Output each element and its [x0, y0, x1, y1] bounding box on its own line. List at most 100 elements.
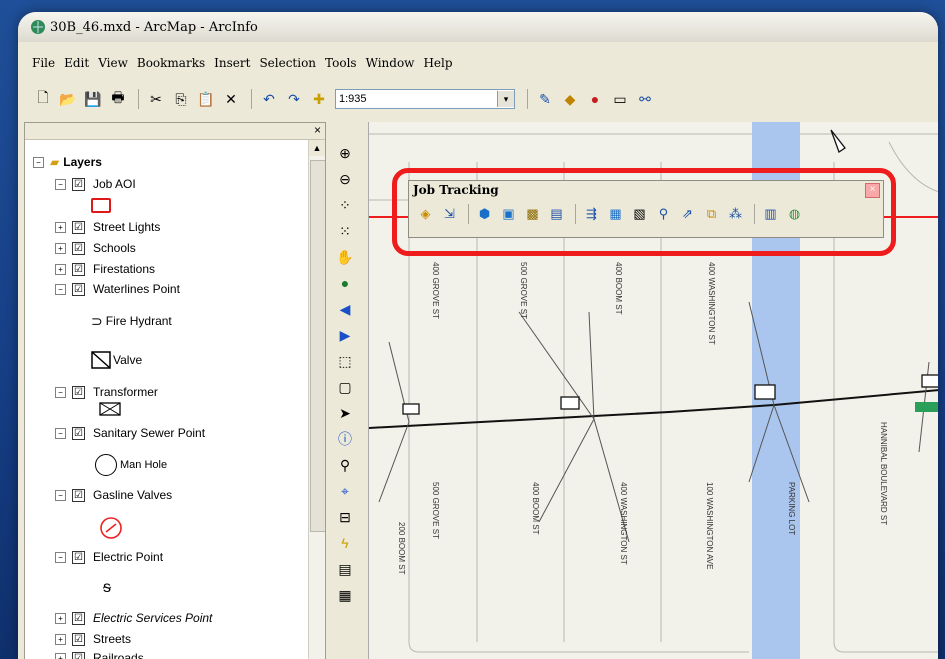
- clear-selection-icon[interactable]: ▢: [334, 376, 356, 398]
- add-data-icon[interactable]: ✚: [308, 88, 330, 110]
- scale-dropdown-arrow-icon[interactable]: ▾: [497, 91, 514, 107]
- layer-checkbox[interactable]: ☑: [72, 651, 85, 659]
- toc-scrollbar[interactable]: ▲: [308, 140, 325, 659]
- job-pin-icon[interactable]: ⚲: [653, 203, 674, 224]
- toc-layer[interactable]: + ☑ Electric Services Point: [55, 609, 212, 627]
- scroll-thumb[interactable]: [310, 160, 325, 532]
- zoom-in-icon[interactable]: ⊕: [334, 142, 356, 164]
- map-scale-combo[interactable]: ▾: [335, 89, 515, 109]
- select-elements-arrow-icon[interactable]: ➤: [334, 402, 356, 424]
- collapse-icon[interactable]: −: [33, 156, 44, 168]
- expander-icon[interactable]: −: [55, 178, 66, 190]
- toc-root-layers[interactable]: − ▰ Layers: [33, 153, 102, 171]
- expander-icon[interactable]: +: [55, 652, 66, 659]
- job-properties-icon[interactable]: ▣: [498, 203, 519, 224]
- job-report-icon[interactable]: ▥: [760, 203, 781, 224]
- job-holds-icon[interactable]: ▧: [629, 203, 650, 224]
- layer-checkbox[interactable]: ☑: [72, 241, 85, 255]
- job-tracking-toolbar[interactable]: Job Tracking × ◈ ⇲ ⬢ ▣ ▩ ▤ ⇶ ▦ ▧ ⚲ ⇗ ⧉ ⁂…: [408, 180, 884, 238]
- toc-layer[interactable]: − ☑ Gasline Valves: [55, 486, 172, 504]
- expander-icon[interactable]: +: [55, 221, 66, 233]
- job-workflow-icon[interactable]: ⁂: [725, 203, 746, 224]
- job-select-icon[interactable]: ⇲: [439, 203, 460, 224]
- layer-checkbox[interactable]: ☑: [72, 282, 85, 296]
- scroll-up-arrow-icon[interactable]: ▲: [309, 140, 325, 156]
- menu-selection[interactable]: Selection: [259, 56, 316, 70]
- menu-bookmarks[interactable]: Bookmarks: [137, 56, 205, 70]
- open-folder-icon[interactable]: 📂: [57, 88, 79, 110]
- toc-layer[interactable]: − ☑ Transformer: [55, 383, 158, 401]
- toc-layer[interactable]: + ☑ Railroads: [55, 649, 144, 659]
- expander-icon[interactable]: −: [55, 489, 66, 501]
- layer-checkbox[interactable]: ☑: [72, 262, 85, 276]
- expander-icon[interactable]: +: [55, 633, 66, 645]
- html-popup-icon[interactable]: ▤: [334, 558, 356, 580]
- toc-layer[interactable]: − ☑ Sanitary Sewer Point: [55, 424, 205, 442]
- job-tools-icon[interactable]: ◈: [415, 203, 436, 224]
- back-arrow-icon[interactable]: ◀: [334, 298, 356, 320]
- layer-checkbox[interactable]: ☑: [72, 550, 85, 564]
- expander-icon[interactable]: −: [55, 427, 66, 439]
- go-to-xy-icon[interactable]: ⌖: [334, 480, 356, 502]
- job-export-icon[interactable]: ⇗: [677, 203, 698, 224]
- redo-icon[interactable]: ↷: [283, 88, 305, 110]
- fixed-zoom-out-icon[interactable]: ⁙: [334, 220, 356, 242]
- new-document-icon[interactable]: 🗋: [32, 88, 54, 110]
- job-aoi-icon[interactable]: ▩: [522, 203, 543, 224]
- zoom-out-icon[interactable]: ⊖: [334, 168, 356, 190]
- job-globe-icon[interactable]: ◍: [784, 203, 805, 224]
- expander-icon[interactable]: +: [55, 263, 66, 275]
- layer-checkbox[interactable]: ☑: [72, 611, 85, 625]
- toc-close-icon[interactable]: ×: [314, 123, 321, 137]
- menu-edit[interactable]: Edit: [64, 56, 89, 70]
- job-tracking-close-icon[interactable]: ×: [865, 183, 880, 198]
- expander-icon[interactable]: +: [55, 612, 66, 624]
- hyperlink-lightning-icon[interactable]: ϟ: [334, 532, 356, 554]
- fixed-zoom-in-icon[interactable]: ⁘: [334, 194, 356, 216]
- layer-checkbox[interactable]: ☑: [72, 426, 85, 440]
- job-history-icon[interactable]: ⇶: [581, 203, 602, 224]
- paste-icon[interactable]: 📋: [195, 88, 217, 110]
- menu-tools[interactable]: Tools: [325, 56, 357, 70]
- arctoolbox-icon[interactable]: ◆: [559, 88, 581, 110]
- cut-icon[interactable]: ✂: [145, 88, 167, 110]
- forward-arrow-icon[interactable]: ▶: [334, 324, 356, 346]
- job-notes-icon[interactable]: ▤: [546, 203, 567, 224]
- toc-layer[interactable]: − ☑ Job AOI: [55, 175, 136, 193]
- expander-icon[interactable]: −: [55, 551, 66, 563]
- expander-icon[interactable]: −: [55, 386, 66, 398]
- menu-view[interactable]: View: [98, 56, 128, 70]
- measure-ruler-icon[interactable]: ⊟: [334, 506, 356, 528]
- editor-toolbar-icon[interactable]: ✎: [534, 88, 556, 110]
- menu-window[interactable]: Window: [366, 56, 415, 70]
- save-icon[interactable]: 💾: [82, 88, 104, 110]
- menu-insert[interactable]: Insert: [214, 56, 250, 70]
- toc-layer[interactable]: − ☑ Waterlines Point: [55, 280, 180, 298]
- map-scale-input[interactable]: [336, 93, 497, 105]
- print-icon[interactable]: 🖶: [107, 88, 129, 110]
- layer-checkbox[interactable]: ☑: [72, 385, 85, 399]
- toc-layer[interactable]: − ☑ Electric Point: [55, 548, 163, 566]
- expander-icon[interactable]: −: [55, 283, 66, 295]
- menu-help[interactable]: Help: [423, 56, 452, 70]
- full-extent-globe-icon[interactable]: ●: [334, 272, 356, 294]
- toc-layer[interactable]: + ☑ Firestations: [55, 260, 155, 278]
- command-line-icon[interactable]: ▭: [609, 88, 631, 110]
- identify-icon[interactable]: ⓘ: [334, 428, 356, 450]
- undo-icon[interactable]: ↶: [258, 88, 280, 110]
- arccatalog-icon[interactable]: ●: [584, 88, 606, 110]
- create-job-icon[interactable]: ⬢: [474, 203, 495, 224]
- toc-layer[interactable]: + ☑ Street Lights: [55, 218, 160, 236]
- time-slider-icon[interactable]: ▦: [334, 584, 356, 606]
- find-binoculars-icon[interactable]: ⚲: [334, 454, 356, 476]
- job-copy-icon[interactable]: ⧉: [701, 203, 722, 224]
- copy-icon[interactable]: ⎘: [170, 88, 192, 110]
- delete-icon[interactable]: ✕: [220, 88, 242, 110]
- select-features-icon[interactable]: ⬚: [334, 350, 356, 372]
- layer-checkbox[interactable]: ☑: [72, 632, 85, 646]
- layer-checkbox[interactable]: ☑: [72, 220, 85, 234]
- layer-checkbox[interactable]: ☑: [72, 488, 85, 502]
- pan-hand-icon[interactable]: ✋: [334, 246, 356, 268]
- toc-layer[interactable]: + ☑ Schools: [55, 239, 136, 257]
- toc-layer[interactable]: + ☑ Streets: [55, 630, 131, 648]
